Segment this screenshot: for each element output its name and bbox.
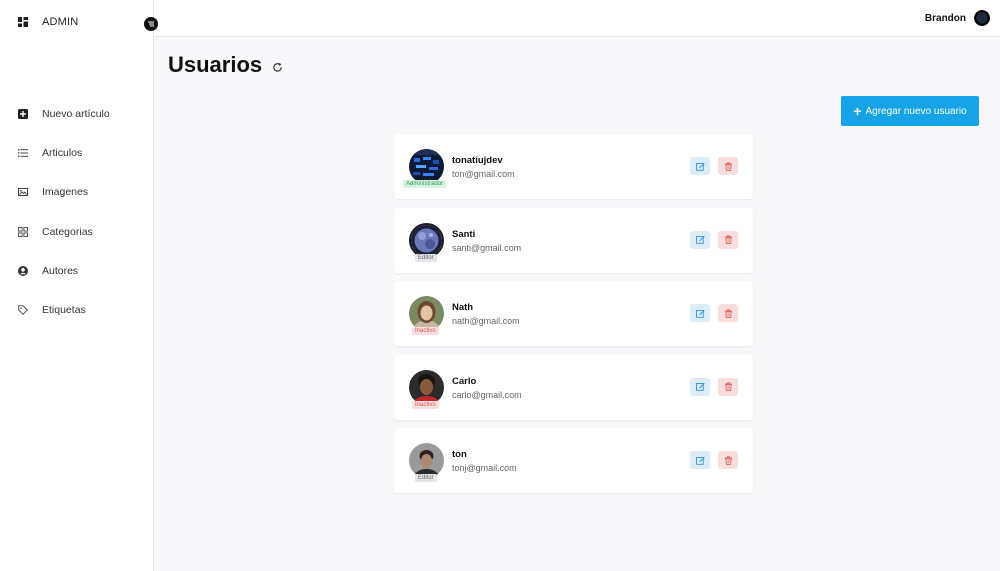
plus-icon: + (853, 103, 862, 119)
page-title: Usuarios (168, 52, 263, 77)
user-avatar (409, 222, 444, 258)
plus-square-icon (18, 108, 28, 119)
edit-user-button[interactable] (690, 157, 710, 175)
edit-user-button[interactable] (690, 304, 710, 322)
user-card: Editor Santi santi@gmail.com (394, 207, 753, 273)
current-user-avatar[interactable] (974, 10, 990, 26)
list-icon (18, 148, 28, 157)
sidebar-item-label: Etiquetas (42, 304, 86, 317)
trash-icon (724, 382, 732, 391)
sidebar-item-label: Nuevo artículo (42, 107, 110, 120)
trash-icon (724, 235, 732, 244)
user-name: tonatiujdev (452, 155, 503, 166)
role-badge: Editor (415, 474, 437, 482)
user-name: Santi (452, 228, 476, 240)
delete-user-button[interactable] (718, 451, 738, 469)
user-avatar (409, 369, 444, 405)
refresh-icon[interactable] (272, 62, 283, 73)
user-card: Inactivo Carlo carlo@gmail.com (394, 354, 753, 420)
user-card: Administrador tonatiujdev ton@gmail.com (394, 134, 753, 199)
user-avatar (409, 443, 444, 478)
edit-icon (695, 162, 705, 171)
user-email: tonj@gmail.com (452, 463, 517, 473)
tag-icon (18, 305, 28, 316)
sidebar-item-categorias[interactable]: Categorias (18, 212, 110, 251)
sidebar-item-nuevo-articulo[interactable]: Nuevo artículo (18, 94, 110, 133)
user-name: ton (452, 449, 467, 460)
sidebar-nav: Nuevo artículo Articulos Imagenes Catego… (18, 94, 110, 330)
trash-icon (724, 455, 732, 465)
role-badge: Administrador (403, 180, 447, 188)
current-user-name[interactable]: Brandon (925, 13, 966, 24)
sidebar-item-etiquetas[interactable]: Etiquetas (18, 290, 110, 329)
user-avatar (409, 149, 444, 184)
sidebar-item-articulos[interactable]: Articulos (18, 133, 110, 172)
edit-user-button[interactable] (690, 377, 710, 396)
topbar: Brandon (154, 0, 1000, 37)
user-circle-icon (18, 265, 28, 276)
user-email: nath@gmail.com (452, 316, 520, 326)
trash-icon (724, 308, 732, 318)
delete-user-button[interactable] (718, 230, 738, 249)
sidebar-item-autores[interactable]: Autores (18, 251, 110, 290)
edit-user-button[interactable] (690, 230, 710, 249)
role-badge: Inactivo (412, 400, 439, 409)
edit-icon (695, 235, 705, 244)
trash-icon (724, 161, 732, 171)
sidebar-item-imagenes[interactable]: Imagenes (18, 173, 110, 212)
user-email: carlo@gmail.com (452, 389, 522, 400)
role-badge: Inactivo (412, 327, 439, 335)
user-card: Inactivo Nath nath@gmail.com (394, 281, 753, 346)
brand-label: ADMIN (42, 16, 79, 28)
edit-icon (695, 309, 705, 318)
sidebar: ADMIN Nuevo artículo Articulos Imagenes … (0, 0, 154, 571)
user-email: santi@gmail.com (452, 242, 522, 253)
user-name: Nath (452, 302, 474, 313)
brand[interactable]: ADMIN (18, 16, 78, 28)
user-list: Administrador tonatiujdev ton@gmail.com (394, 134, 753, 502)
add-user-button-label: Agregar nuevo usuario (865, 105, 967, 117)
menu-icon (148, 21, 154, 27)
edit-icon (695, 382, 705, 391)
add-user-button[interactable]: + Agregar nuevo usuario (841, 96, 979, 126)
delete-user-button[interactable] (718, 377, 738, 396)
dashboard-icon (18, 17, 28, 27)
edit-user-button[interactable] (690, 451, 710, 469)
user-name: Carlo (452, 375, 477, 387)
grid-icon (18, 226, 28, 237)
sidebar-collapse-button[interactable] (144, 17, 158, 31)
sidebar-item-label: Imagenes (42, 186, 89, 199)
user-card: Editor ton tonj@gmail.com (394, 428, 753, 493)
delete-user-button[interactable] (718, 304, 738, 322)
sidebar-item-label: Articulos (42, 146, 83, 159)
user-email: ton@gmail.com (452, 169, 515, 179)
sidebar-item-label: Categorias (42, 225, 93, 238)
edit-icon (695, 456, 705, 465)
image-icon (18, 188, 28, 197)
role-badge: Editor (415, 253, 437, 262)
user-avatar (409, 296, 444, 331)
sidebar-item-label: Autores (42, 264, 79, 277)
delete-user-button[interactable] (718, 157, 738, 175)
